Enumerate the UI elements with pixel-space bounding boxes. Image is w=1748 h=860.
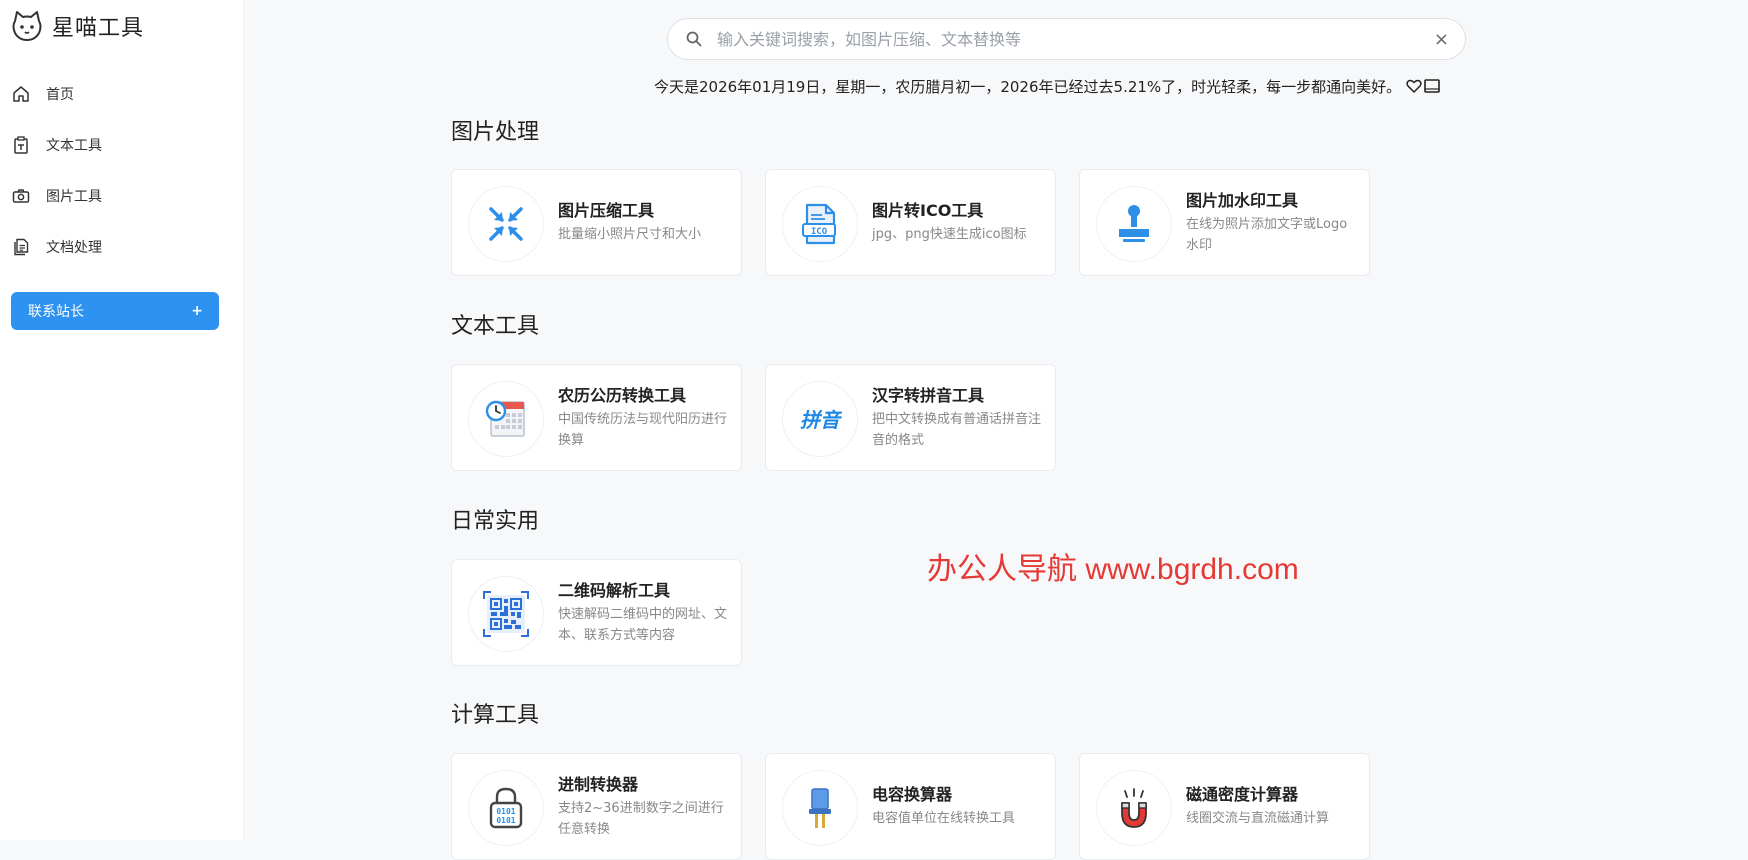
magnet-icon [1121,788,1147,828]
calendar-clock-icon [485,400,525,437]
search-icon [685,30,703,48]
greeting-emoji [1405,77,1441,95]
qr-code-icon [483,591,529,637]
svg-text:ICO: ICO [811,227,828,237]
sidebar-item-label: 文档处理 [46,239,102,256]
book-icon [1424,79,1440,93]
card-icon-wrap [468,381,544,457]
card-description: 线圈交流与直流磁通计算 [1186,811,1330,826]
card-description: 支持2~36进制数字之间进行任意转换 [558,800,724,837]
card-title: 进制转换器 [558,774,639,794]
tool-card-base-converter[interactable]: 0101 0101 进制转换器 支持2~36进制数字之间进行任意转换 [451,753,742,860]
compress-icon [489,207,523,241]
stamp-icon [1119,205,1149,242]
card-description: 批量缩小照片尺寸和大小 [558,227,702,242]
tool-card-qr-decoder[interactable]: 二维码解析工具 快速解码二维码中的网址、文本、联系方式等内容 [451,559,742,666]
tool-card-watermark[interactable]: 图片加水印工具 在线为照片添加文字或Logo水印 [1079,169,1370,276]
tool-card-image-to-ico[interactable]: ICO 图片转ICO工具 jpg、png快速生成ico图标 [765,169,1056,276]
card-icon-wrap: 拼音 [782,381,858,457]
svg-text:0101: 0101 [496,816,515,825]
card-description: 在线为照片添加文字或Logo水印 [1186,216,1348,253]
card-icon-wrap [468,186,544,262]
sidebar-item-documents[interactable]: 文档处理 [0,221,243,272]
card-title: 磁通密度计算器 [1186,785,1299,804]
search-input[interactable] [715,28,1409,50]
sidebar-item-image-tools[interactable]: 图片工具 [0,170,243,221]
card-icon-wrap: 0101 0101 [468,770,544,846]
clipboard-icon [12,135,30,154]
card-icon-wrap [1096,186,1172,262]
card-description: 中国传统历法与现代阳历进行换算 [558,411,728,448]
card-icon-wrap: ICO [782,186,858,262]
card-title: 汉字转拼音工具 [872,385,985,405]
camera-icon [12,187,30,205]
card-title: 农历公历转换工具 [558,385,687,405]
card-title: 电容换算器 [872,785,953,804]
brand-name: 星喵工具 [52,16,145,41]
clear-search-icon[interactable]: × [1434,29,1449,50]
tool-card-pinyin[interactable]: 拼音 汉字转拼音工具 把中文转换成有普通话拼音注音的格式 [765,364,1056,471]
binary-lock-icon: 0101 0101 [489,787,523,829]
date-greeting-text: 今天是2026年01月19日，星期一，农历腊月初一，2026年已经过去5.21%… [654,77,1402,96]
sidebar: 星喵工具 首页 文本工具 图片工具 文档处理 联系站长 + [0,0,244,840]
sidebar-item-text-tools[interactable]: 文本工具 [0,119,243,170]
ico-file-icon: ICO [802,203,836,245]
plus-icon: + [191,303,203,319]
card-description: 电容值单位在线转换工具 [872,811,1016,826]
svg-text:拼音: 拼音 [800,408,843,432]
sidebar-item-label: 首页 [46,86,74,103]
card-title: 图片转ICO工具 [872,201,984,220]
search-bar: × [667,18,1466,60]
tool-card-image-compress[interactable]: 图片压缩工具 批量缩小照片尺寸和大小 [451,169,742,276]
card-title: 图片加水印工具 [1186,190,1299,210]
section-title-text: 文本工具 [451,314,540,339]
date-greeting: 今天是2026年01月19日，星期一，农历腊月初一，2026年已经过去5.21%… [654,74,1479,98]
pinyin-icon: 拼音 [800,408,843,432]
card-title: 二维码解析工具 [558,580,671,600]
svg-text:0101: 0101 [496,807,515,816]
tool-card-capacitor[interactable]: 电容换算器 电容值单位在线转换工具 [765,753,1056,860]
brand-logo[interactable]: 星喵工具 [10,8,144,44]
card-description: jpg、png快速生成ico图标 [872,227,1027,242]
section-title-calculators: 计算工具 [451,703,540,728]
contact-admin-label: 联系站长 [28,304,84,320]
watermark-text: 办公人导航 www.bgrdh.com [927,553,1299,586]
card-description: 把中文转换成有普通话拼音注音的格式 [872,411,1042,448]
card-icon-wrap [1096,770,1172,846]
document-icon [12,238,30,256]
capacitor-icon [809,788,831,828]
tool-card-lunar-converter[interactable]: 农历公历转换工具 中国传统历法与现代阳历进行换算 [451,364,742,471]
home-icon [12,85,30,103]
section-title-daily: 日常实用 [451,509,540,534]
heart-hand-icon [1406,79,1422,94]
section-title-image: 图片处理 [451,120,540,145]
cat-logo-icon [12,11,42,41]
sidebar-item-label: 文本工具 [46,137,102,154]
card-description: 快速解码二维码中的网址、文本、联系方式等内容 [558,606,728,643]
sidebar-item-label: 图片工具 [46,188,102,205]
card-icon-wrap [468,576,544,652]
card-title: 图片压缩工具 [558,201,655,220]
card-icon-wrap [782,770,858,846]
sidebar-nav: 首页 文本工具 图片工具 文档处理 [0,68,243,272]
contact-admin-button[interactable]: 联系站长 + [11,292,219,330]
sidebar-item-home[interactable]: 首页 [0,68,243,119]
tool-card-magnetic-flux[interactable]: 磁通密度计算器 线圈交流与直流磁通计算 [1079,753,1370,860]
